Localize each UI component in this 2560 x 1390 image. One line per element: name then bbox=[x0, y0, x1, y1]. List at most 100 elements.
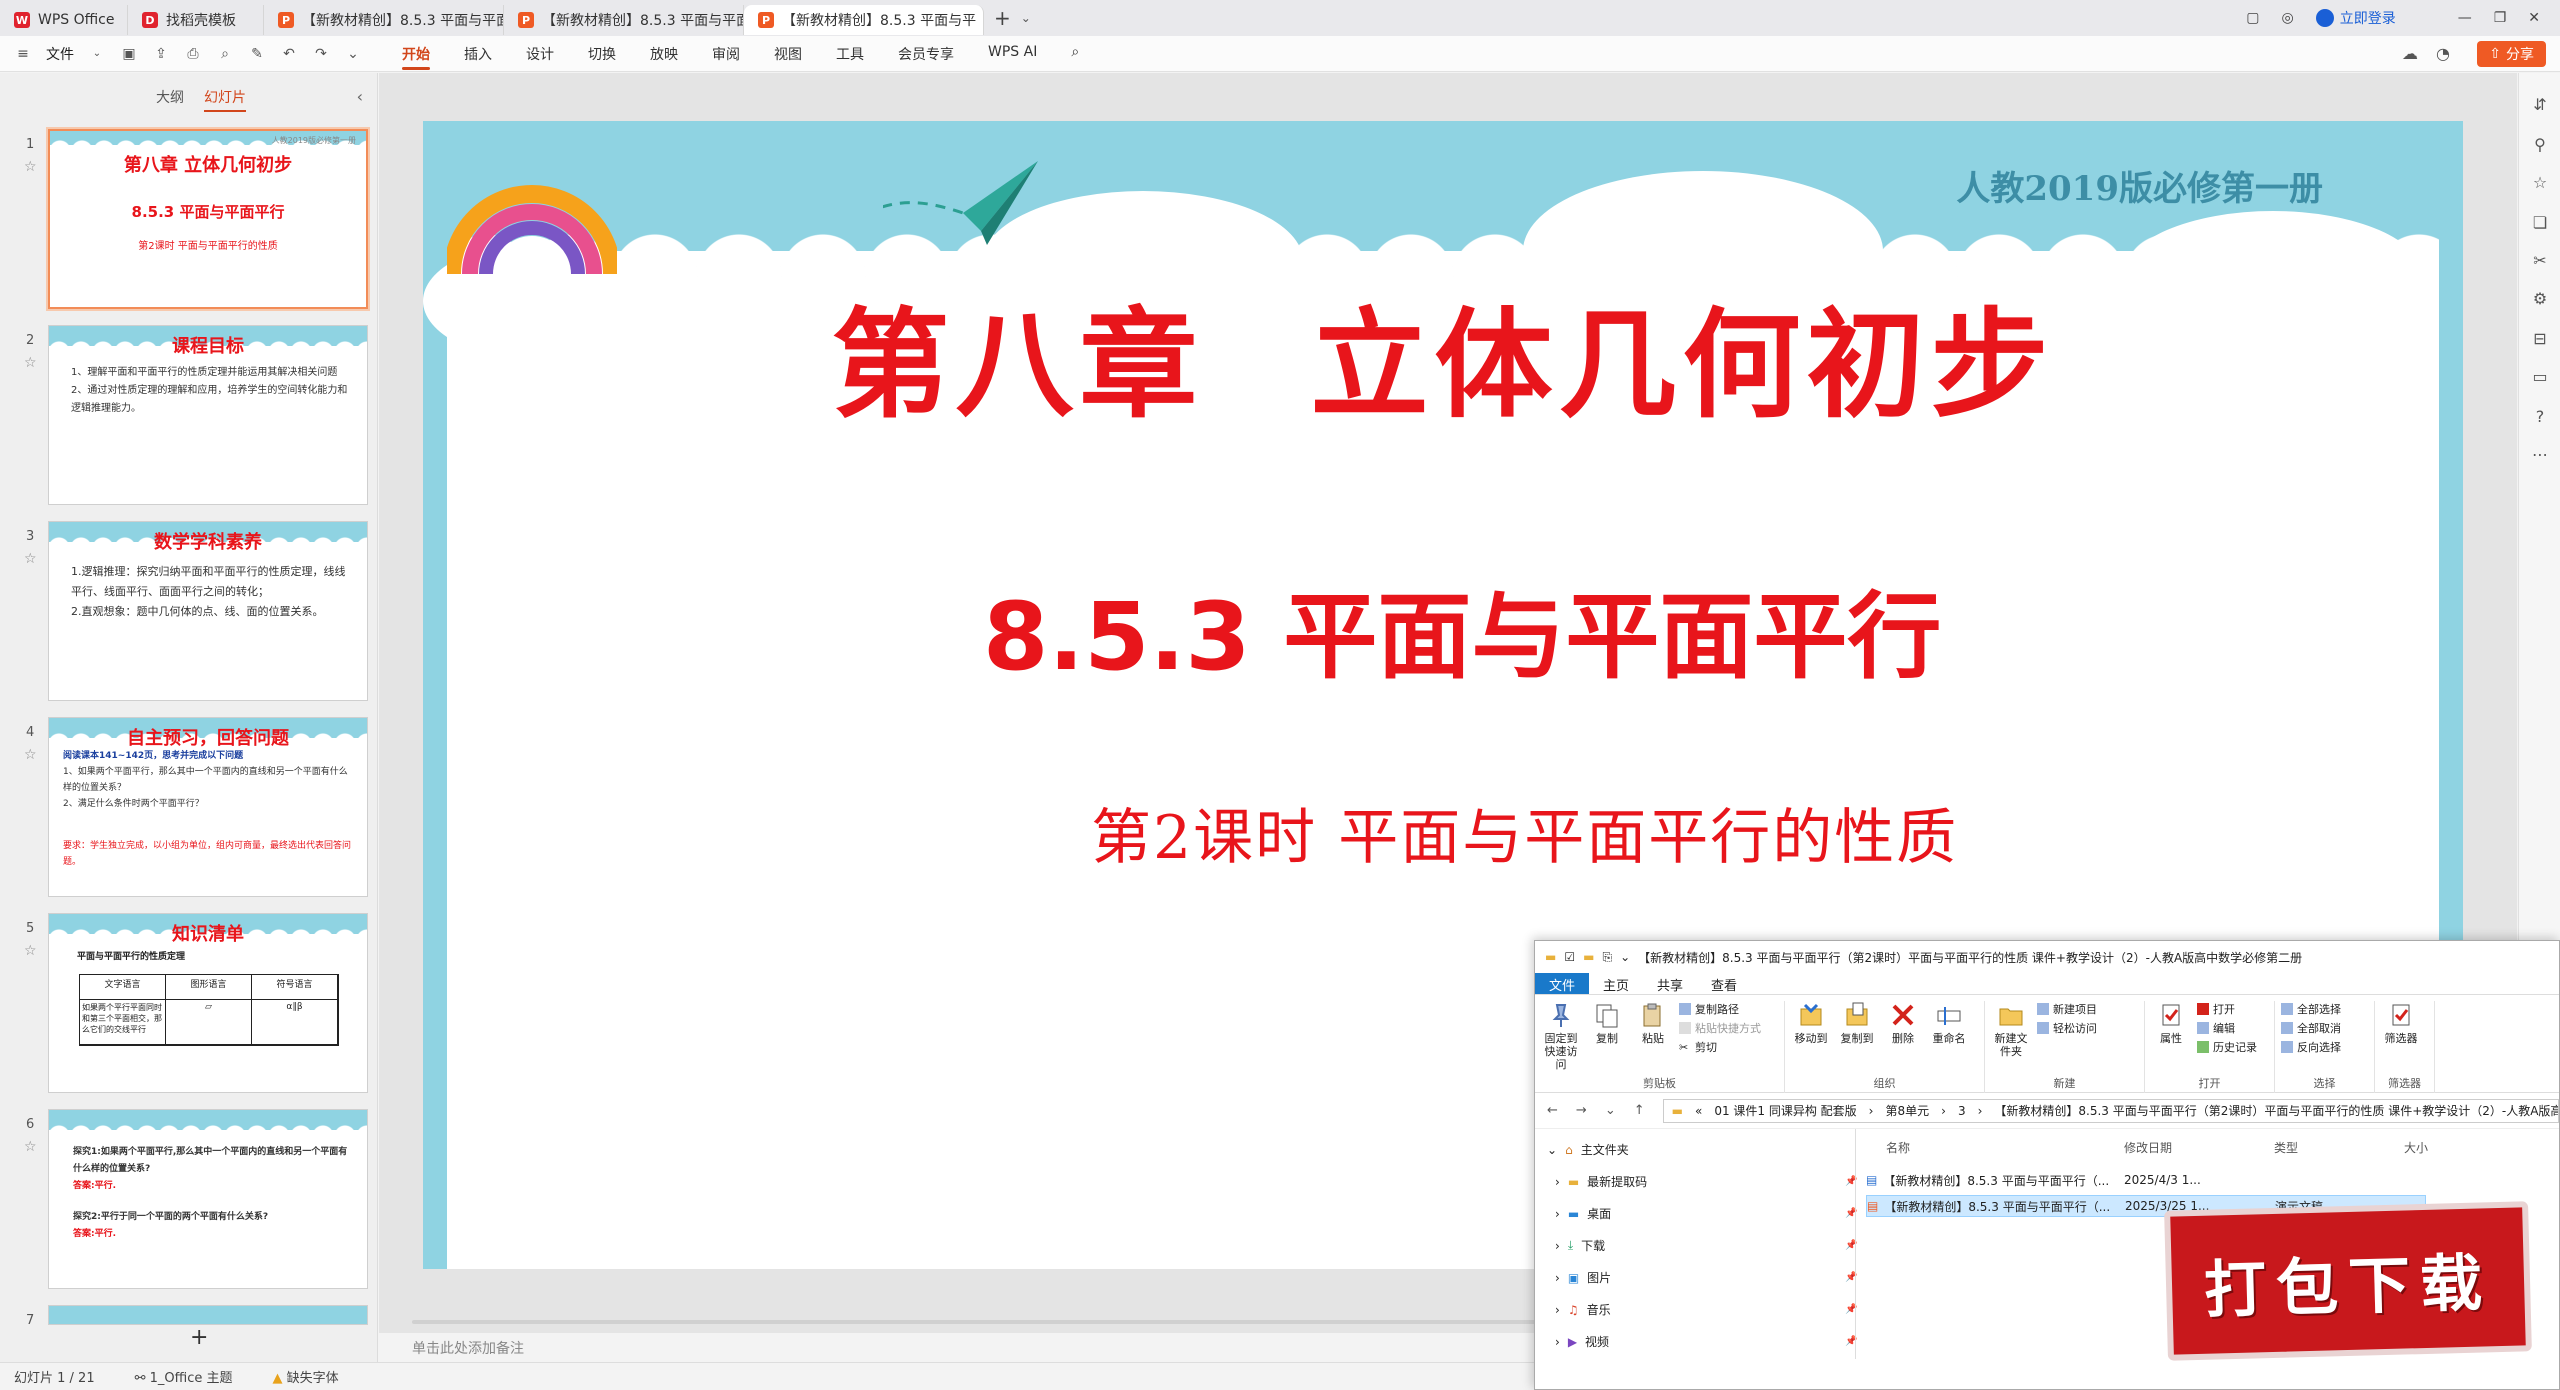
column-header-type[interactable]: 类型 bbox=[2274, 1139, 2298, 1156]
slide-thumbnail-3[interactable]: 3 ☆ 数学学科素养 1.逻辑推理：探究归纳平面和平面平行的性质定理，线线平行、… bbox=[0, 521, 378, 703]
add-slide-icon[interactable]: + bbox=[190, 1325, 208, 1350]
preview-icon[interactable]: ⌕ bbox=[216, 45, 234, 63]
star-icon[interactable]: ☆ bbox=[24, 159, 37, 175]
column-header-size[interactable]: 大小 bbox=[2404, 1139, 2428, 1156]
file-row[interactable]: ▤ 【新教材精创】8.5.3 平面与平面平行（... 2025/4/3 1... bbox=[1866, 1169, 2426, 1191]
theme-name[interactable]: ⚯ 1_Office 主题 bbox=[135, 1367, 233, 1386]
slide-thumbnail-6[interactable]: 6 ☆ 探究1:如果两个平面平行,那么其中一个平面内的直线和另一个平面有什么样的… bbox=[0, 1109, 378, 1291]
file-menu[interactable]: 文件 bbox=[46, 44, 74, 64]
bookmark-icon[interactable]: ⊟ bbox=[2531, 329, 2549, 348]
column-header-date[interactable]: 修改日期 bbox=[2124, 1139, 2172, 1156]
select-none-button[interactable]: 全部取消 bbox=[2281, 1020, 2341, 1036]
undo-icon[interactable]: ↶ bbox=[280, 45, 298, 63]
menu-wps-ai[interactable]: WPS AI bbox=[988, 38, 1037, 70]
new-folder-icon[interactable]: ▬ bbox=[1583, 950, 1594, 964]
redo-icon[interactable]: ↷ bbox=[312, 45, 330, 63]
star-icon[interactable]: ☆ bbox=[24, 551, 37, 567]
star-icon[interactable]: ☆ bbox=[24, 1139, 37, 1155]
up-icon[interactable]: ↑ bbox=[1634, 1103, 1645, 1118]
explorer-tab-view[interactable]: 查看 bbox=[1697, 973, 1751, 994]
menu-transition[interactable]: 切换 bbox=[588, 38, 616, 70]
tools-icon[interactable]: ✂ bbox=[2531, 251, 2549, 270]
help-icon[interactable]: ? bbox=[2531, 407, 2549, 426]
hamburger-icon[interactable]: ≡ bbox=[14, 45, 32, 63]
chevron-down-icon[interactable]: ⌄ bbox=[88, 45, 106, 63]
chapter-title[interactable]: 第八章 立体几何初步 bbox=[423, 269, 2463, 440]
settings-icon[interactable]: ⚙ bbox=[2531, 289, 2549, 308]
format-painter-icon[interactable]: ✎ bbox=[248, 45, 266, 63]
lesson-title[interactable]: 第2课时 平面与平面平行的性质 bbox=[1091, 789, 1958, 876]
select-all-button[interactable]: 全部选择 bbox=[2281, 1001, 2341, 1017]
download-badge[interactable]: 打包下载 bbox=[2164, 1201, 2532, 1361]
breadcrumb-item[interactable]: 3 bbox=[1958, 1104, 1966, 1118]
minimize-icon[interactable]: — bbox=[2458, 10, 2472, 26]
slide-thumbnail-1[interactable]: 1 ☆ 人教2019版必修第一册 第八章 立体几何初步 8.5.3 平面与平面平… bbox=[0, 127, 378, 311]
print-icon[interactable]: ⎙ bbox=[184, 45, 202, 63]
paste-shortcut-button[interactable]: 粘贴快捷方式 bbox=[1679, 1020, 1761, 1036]
explorer-tab-share[interactable]: 共享 bbox=[1643, 973, 1697, 994]
menu-slideshow[interactable]: 放映 bbox=[650, 38, 678, 70]
menu-view[interactable]: 视图 bbox=[774, 38, 802, 70]
copy-path-button[interactable]: 复制路径 bbox=[1679, 1001, 1761, 1017]
menu-insert[interactable]: 插入 bbox=[464, 38, 492, 70]
search-icon[interactable]: ⌕ bbox=[1071, 38, 1079, 70]
more-icon[interactable]: ⋯ bbox=[2531, 445, 2549, 464]
nav-downloads[interactable]: › ⤓ 下载 📌 bbox=[1555, 1237, 1857, 1254]
cut-button[interactable]: ✂ 剪切 bbox=[1679, 1039, 1761, 1055]
nav-pictures[interactable]: › ▣ 图片 📌 bbox=[1555, 1269, 1857, 1286]
favorite-icon[interactable]: ☆ bbox=[2531, 173, 2549, 192]
slides-tab[interactable]: 幻灯片 bbox=[204, 87, 246, 112]
style-icon[interactable]: ⚲ bbox=[2531, 135, 2549, 154]
tab-docer-templates[interactable]: D 找稻壳模板 bbox=[128, 5, 264, 35]
star-icon[interactable]: ☆ bbox=[24, 747, 37, 763]
explorer-tab-file[interactable]: 文件 bbox=[1535, 973, 1590, 994]
menu-review[interactable]: 审阅 bbox=[712, 38, 740, 70]
tab-list-chevron-icon[interactable]: ⌄ bbox=[1021, 11, 1031, 25]
copy-icon[interactable]: ❏ bbox=[2531, 213, 2549, 232]
explorer-tab-home[interactable]: 主页 bbox=[1589, 973, 1643, 994]
menu-member[interactable]: 会员专享 bbox=[898, 38, 954, 70]
nav-home[interactable]: ⌄ ⌂ 主文件夹 bbox=[1547, 1141, 1629, 1158]
breadcrumb-overflow[interactable]: « bbox=[1695, 1104, 1702, 1118]
address-bar[interactable]: ▬ « 01 课件1 同课异构 配套版 › 第8单元 › 3 › 【新教材精创】… bbox=[1662, 1098, 2559, 1123]
property-icon[interactable]: ⇵ bbox=[2531, 95, 2549, 114]
section-title[interactable]: 8.5.3 平面与平面平行 bbox=[983, 561, 1941, 697]
collab-icon[interactable]: ◔ bbox=[2436, 44, 2450, 63]
nav-music[interactable]: › ♫ 音乐 📌 bbox=[1555, 1301, 1857, 1318]
quick-access-icon[interactable]: ☑ bbox=[1564, 950, 1575, 964]
breadcrumb-item[interactable]: 01 课件1 同课异构 配套版 bbox=[1714, 1102, 1856, 1119]
slide-thumbnail-5[interactable]: 5 ☆ 知识清单 平面与平面平行的性质定理 文字语言 图形语言 符号语言 如果两… bbox=[0, 913, 378, 1095]
clipboard-icon[interactable]: ⎘ bbox=[1602, 950, 1612, 965]
tab-document-active[interactable]: P 【新教材精创】8.5.3 平面与平 ✕ bbox=[744, 5, 984, 35]
notes-placeholder[interactable]: 单击此处添加备注 bbox=[412, 1338, 524, 1358]
recent-chevron-icon[interactable]: ⌄ bbox=[1605, 1103, 1616, 1118]
easy-access-button[interactable]: 轻松访问 bbox=[2037, 1020, 2097, 1036]
slide-thumbnail-7[interactable]: 7 bbox=[0, 1305, 378, 1325]
nav-recent-code[interactable]: › ▬ 最新提取码 📌 bbox=[1555, 1173, 1857, 1190]
more-icon[interactable]: ⌄ bbox=[344, 45, 362, 63]
close-window-icon[interactable]: ✕ bbox=[2528, 10, 2540, 26]
back-icon[interactable]: ← bbox=[1547, 1103, 1558, 1118]
new-item-button[interactable]: 新建项目 bbox=[2037, 1001, 2097, 1017]
menu-design[interactable]: 设计 bbox=[526, 38, 554, 70]
nav-videos[interactable]: › ▶ 视频 📌 bbox=[1555, 1333, 1857, 1350]
edition-label[interactable]: 人教2019版必修第一册 bbox=[1956, 161, 2323, 210]
breadcrumb-item[interactable]: 第8单元 bbox=[1885, 1102, 1929, 1119]
export-icon[interactable]: ⇪ bbox=[152, 45, 170, 63]
menu-home[interactable]: 开始 bbox=[402, 38, 430, 70]
cloud-sync-icon[interactable]: ☁ bbox=[2402, 44, 2418, 63]
tab-document-1[interactable]: P 【新教材精创】8.5.3 平面与平面平行 bbox=[264, 5, 504, 35]
forward-icon[interactable]: → bbox=[1576, 1103, 1587, 1118]
layout-icon[interactable]: ▢ bbox=[2246, 10, 2259, 26]
collapse-panel-icon[interactable]: ‹ bbox=[357, 87, 363, 106]
open-button[interactable]: 打开 bbox=[2197, 1001, 2257, 1017]
login-button[interactable]: 立即登录 bbox=[2315, 8, 2396, 28]
star-icon[interactable]: ☆ bbox=[24, 943, 37, 959]
tab-wps-office[interactable]: W WPS Office bbox=[0, 5, 128, 35]
frame-icon[interactable]: ▭ bbox=[2531, 367, 2549, 386]
tab-document-2[interactable]: P 【新教材精创】8.5.3 平面与平面平行 bbox=[504, 5, 744, 35]
outline-tab[interactable]: 大纲 bbox=[156, 87, 184, 112]
share-button[interactable]: ⇧ 分享 bbox=[2477, 41, 2546, 67]
history-button[interactable]: 历史记录 bbox=[2197, 1039, 2257, 1055]
edit-button[interactable]: 编辑 bbox=[2197, 1020, 2257, 1036]
